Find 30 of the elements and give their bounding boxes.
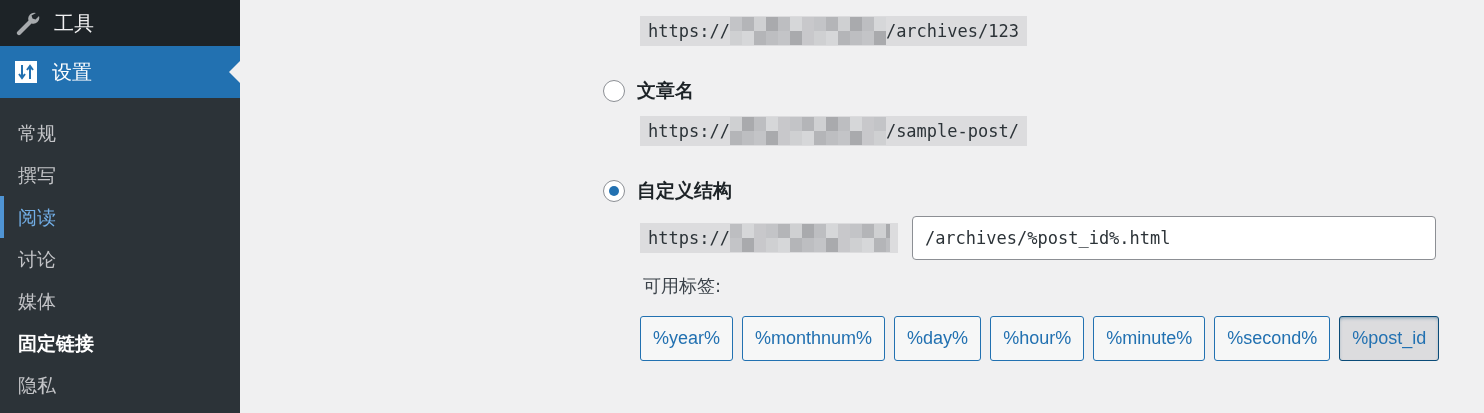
url-text: /sample-post/: [885, 121, 1019, 141]
wrench-icon: [14, 10, 40, 36]
tag-button[interactable]: %monthnum%: [742, 316, 886, 361]
tag-button[interactable]: %hour%: [990, 316, 1085, 361]
url-text: https://: [648, 228, 730, 248]
radio-button[interactable]: [603, 80, 625, 102]
menu-item[interactable]: 设置: [0, 46, 240, 98]
tag-button[interactable]: %second%: [1214, 316, 1331, 361]
radio-button[interactable]: [603, 180, 625, 202]
submenu-item[interactable]: 撰写: [0, 154, 240, 196]
submenu-item[interactable]: 媒体: [0, 280, 240, 322]
submenu-item[interactable]: 固定链接: [0, 322, 240, 364]
tag-button[interactable]: %minute%: [1093, 316, 1206, 361]
url-text: https://: [648, 21, 730, 41]
submenu-item[interactable]: 讨论: [0, 238, 240, 280]
sliders-icon: [14, 60, 38, 84]
current-pointer: [229, 61, 240, 83]
structure-field[interactable]: /archives/%post_id%.html: [911, 216, 1436, 260]
submenu-item[interactable]: 阅读: [0, 196, 240, 238]
menu-item[interactable]: 工具: [0, 0, 240, 46]
url-text: /archives/123: [885, 21, 1019, 41]
submenu-item[interactable]: 常规: [0, 112, 240, 154]
tag-button[interactable]: %day%: [894, 316, 982, 361]
tag-button[interactable]: %post_id: [1339, 316, 1440, 361]
submenu-item[interactable]: 隐私: [0, 364, 240, 406]
url-text: https://: [648, 121, 730, 141]
option-label: 文章名: [637, 78, 694, 103]
tags-label: 可用标签:: [643, 274, 722, 298]
tag-button[interactable]: %year%: [640, 316, 734, 361]
option-label: 自定义结构: [637, 178, 732, 203]
